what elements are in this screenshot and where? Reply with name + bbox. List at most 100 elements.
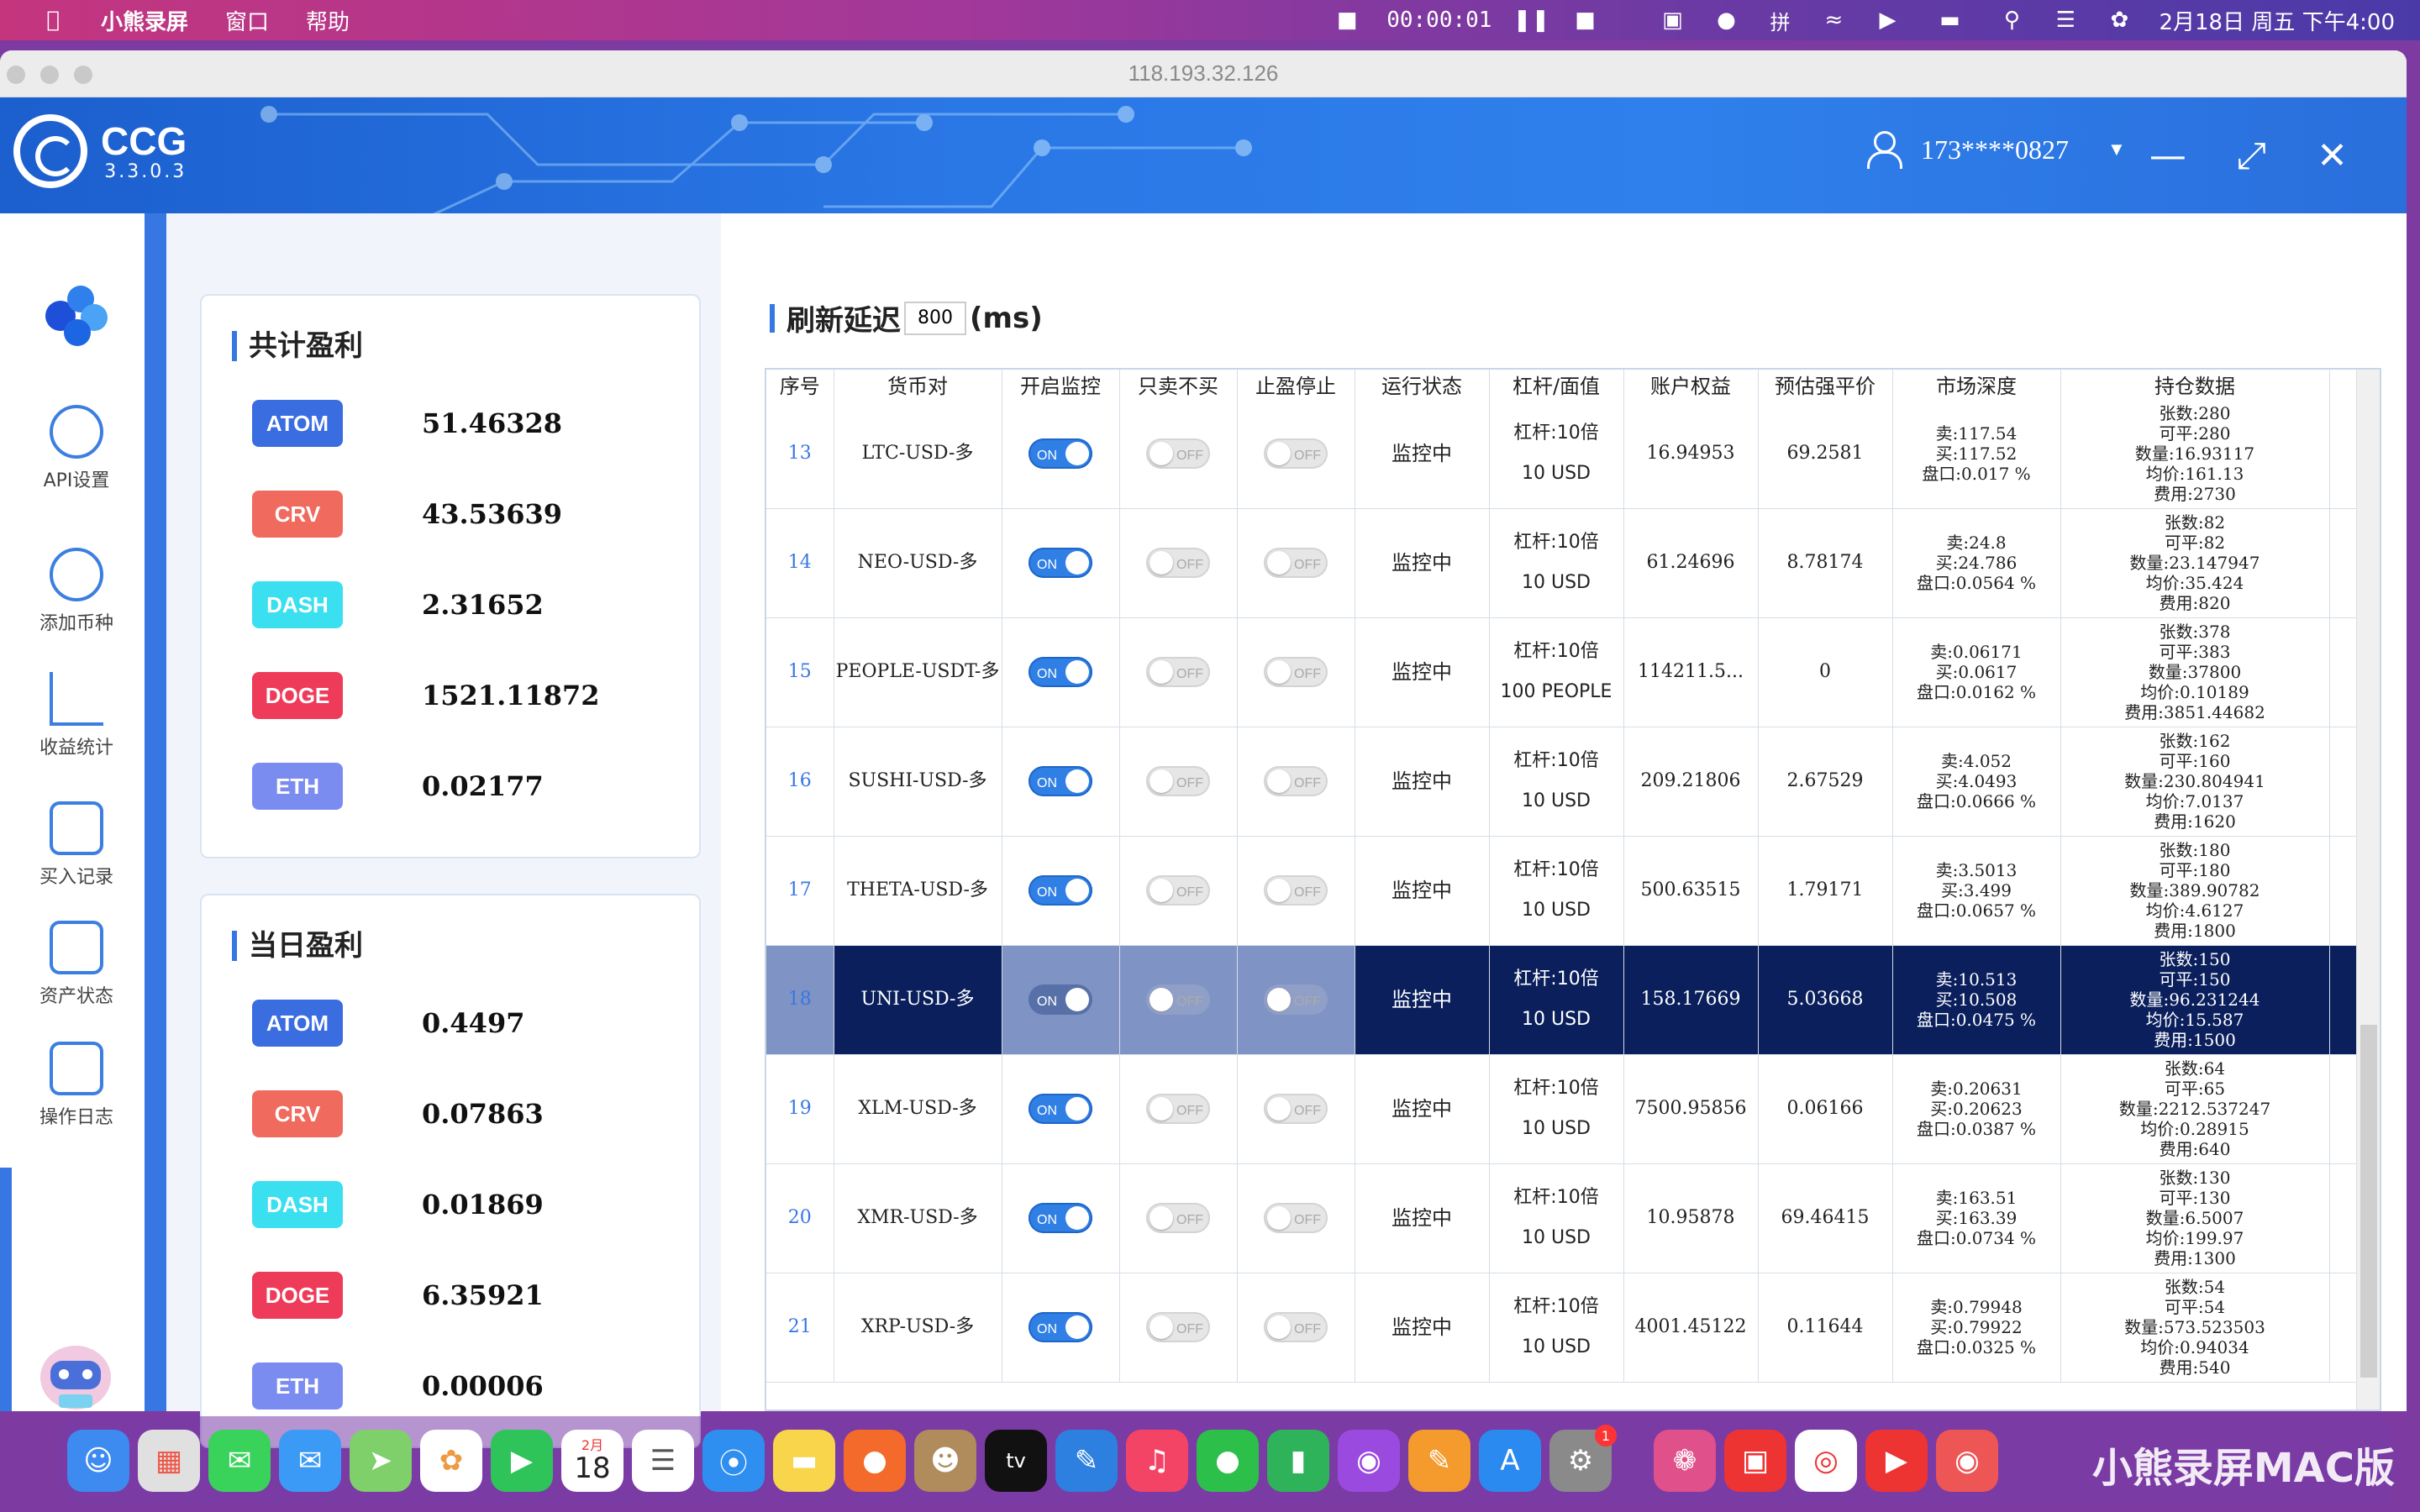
minimize-icon[interactable]: — [2149,134,2186,177]
close-dot[interactable] [7,66,25,84]
camera-icon[interactable]: ■ [1333,8,1361,33]
mail-icon[interactable]: ✉ [279,1430,341,1492]
toggle-off[interactable]: OFF [1146,438,1210,469]
siri-icon[interactable]: ✿ [2105,8,2133,33]
maps-icon[interactable]: ➤ [350,1430,412,1492]
launchpad-icon[interactable]: ▦ [138,1430,200,1492]
ime-icon[interactable]: 拼 [1765,9,1794,34]
toggle-on[interactable]: ON [1028,766,1092,796]
maximize-icon[interactable]: ⤢ [2237,134,2266,177]
close-icon[interactable]: ✕ [2317,134,2348,177]
apple-icon[interactable]:  [39,8,67,33]
menu-app-name[interactable]: 小熊录屏 [101,5,188,36]
toggle-on[interactable]: ON [1028,1203,1092,1233]
music-icon[interactable]: ♫ [1126,1430,1188,1492]
toggle-off[interactable]: OFF [1264,984,1328,1015]
toggle-off[interactable]: OFF [1264,1094,1328,1124]
toggle-off[interactable]: OFF [1146,766,1210,796]
search-icon[interactable]: ⚲ [1997,8,2026,33]
podcasts-icon[interactable]: ◉ [1338,1430,1400,1492]
numbers-icon[interactable]: ▮ [1267,1430,1329,1492]
sidebar-item-buy-records[interactable]: 买入记录 [25,801,128,889]
toggle-on[interactable]: ON [1028,984,1092,1015]
toggle-off[interactable]: OFF [1264,875,1328,906]
toggle-off[interactable]: OFF [1264,766,1328,796]
caret-down-icon[interactable]: ▼ [2107,139,2126,160]
finder-icon[interactable]: ☺ [67,1430,129,1492]
toggle-off[interactable]: OFF [1146,984,1210,1015]
user-menu[interactable]: 173****0827 ▼ [1865,131,2126,169]
toggle-off[interactable]: OFF [1146,548,1210,578]
toggle-off[interactable]: OFF [1146,875,1210,906]
menubar-clock[interactable]: 2月18日 周五 下午4:00 [2159,5,2395,36]
toggle-off[interactable]: OFF [1264,1312,1328,1342]
sidebar-item-add-coin[interactable]: 添加币种 [25,548,128,635]
wechat-icon[interactable]: ● [1712,8,1740,33]
stop-icon[interactable]: ■ [1570,8,1599,33]
toggle-off[interactable]: OFF [1146,1094,1210,1124]
toggle-off[interactable]: OFF [1146,1312,1210,1342]
position-line: 张数:150 [2159,949,2231,969]
sidebar-item-assets[interactable]: 资产状态 [25,921,128,1008]
toggle-on[interactable]: ON [1028,1312,1092,1342]
table-row[interactable]: 20 XMR-USD-多 ON OFF OFF 监控中 杠杆:10倍 10 USD 10.958… [766,1163,2360,1273]
contacts-icon[interactable]: ☻ [914,1430,976,1492]
window-titlebar[interactable]: 118.193.32.126 [0,50,2407,97]
pause-icon[interactable]: ❚❚ [1513,8,1550,33]
toggle-off[interactable]: OFF [1264,657,1328,687]
wechat-dock-icon[interactable]: ● [1197,1430,1259,1492]
table-row[interactable]: 16 SUSHI-USD-多 ON OFF OFF 监控中 杠杆:10倍 10 USD 209.… [766,727,2360,837]
photos-icon[interactable]: ✿ [420,1430,482,1492]
reminders-icon[interactable]: ☰ [632,1430,694,1492]
sidebar-item-stats[interactable]: 收益统计 [25,672,128,759]
refresh-delay-input[interactable] [904,301,966,335]
appstore-icon[interactable]: A [1479,1430,1541,1492]
position-line: 张数:280 [2159,402,2231,423]
system-settings-icon[interactable]: ⚙ 1 [1549,1425,1617,1492]
toggle-on[interactable]: ON [1028,548,1092,578]
control-center-icon[interactable]: ☰ [2051,8,2080,33]
keynote-icon[interactable]: ✎ [1055,1430,1118,1492]
recorder-app-icon[interactable]: ◉ [1936,1430,1998,1492]
table-row[interactable]: 21 XRP-USD-多 ON OFF OFF 监控中 杠杆:10倍 10 USD 4001.4… [766,1273,2360,1383]
screen-icon[interactable]: ▣ [1658,8,1686,33]
menu-window[interactable]: 窗口 [225,5,269,36]
toggle-off[interactable]: OFF [1264,438,1328,469]
firefox-icon[interactable]: ● [844,1430,906,1492]
zoom-dot[interactable] [74,66,92,84]
screen-recorder-icon[interactable]: ▶ [1865,1430,1928,1492]
wifi-icon[interactable]: ≈ [1819,8,1848,33]
battery-icon[interactable]: ▬ [1927,8,1972,33]
scrollbar-thumb[interactable] [2360,1025,2377,1378]
appletv-icon[interactable]: tv [985,1430,1047,1492]
table-row[interactable]: 17 THETA-USD-多 ON OFF OFF 监控中 杠杆:10倍 10 USD 500.… [766,836,2360,946]
toggle-on[interactable]: ON [1028,438,1092,469]
menu-help[interactable]: 帮助 [306,5,350,36]
notes-icon[interactable]: ▬ [773,1430,835,1492]
minimize-dot[interactable] [40,66,59,84]
toggle-off[interactable]: OFF [1264,548,1328,578]
chrome-icon[interactable]: ◎ [1795,1430,1857,1492]
table-row[interactable]: 19 XLM-USD-多 ON OFF OFF 监控中 杠杆:10倍 10 USD 7500.9… [766,1054,2360,1164]
remote-desktop-icon[interactable]: ▣ [1724,1430,1786,1492]
toggle-on[interactable]: ON [1028,875,1092,906]
toggle-on[interactable]: ON [1028,657,1092,687]
toggle-off[interactable]: OFF [1146,1203,1210,1233]
toggle-off[interactable]: OFF [1264,1203,1328,1233]
colorwheel-icon[interactable]: ❁ [1654,1430,1716,1492]
pages-icon[interactable]: ✎ [1408,1430,1470,1492]
calendar-icon[interactable]: 2月 18 [561,1430,623,1492]
facetime-icon[interactable]: ▶ [491,1430,553,1492]
table-row[interactable]: 15 PEOPLE-USDT-多 ON OFF OFF 监控中 杠杆:10倍 100 PEOP… [766,617,2360,727]
messages-icon[interactable]: ✉ [208,1430,271,1492]
toggle-off[interactable]: OFF [1146,657,1210,687]
table-row[interactable]: 13 LTC-USD-多 ON OFF OFF 监控中 杠杆:10倍 10 USD 16.949… [766,399,2360,509]
table-row[interactable]: 14 NEO-USD-多 ON OFF OFF 监控中 杠杆:10倍 10 USD 61.246… [766,508,2360,618]
toggle-on[interactable]: ON [1028,1094,1092,1124]
sidebar-item-log[interactable]: 操作日志 [25,1042,128,1129]
table-scrollbar[interactable] [2356,370,2380,1410]
safari-icon[interactable]: ⦿ [702,1430,765,1492]
volume-icon[interactable]: ▶ [1873,8,1902,33]
sidebar-item-api[interactable]: API设置 [25,405,128,492]
table-row[interactable]: 18 UNI-USD-多 ON OFF OFF 监控中 杠杆:10倍 10 USD 158.17… [766,945,2360,1055]
